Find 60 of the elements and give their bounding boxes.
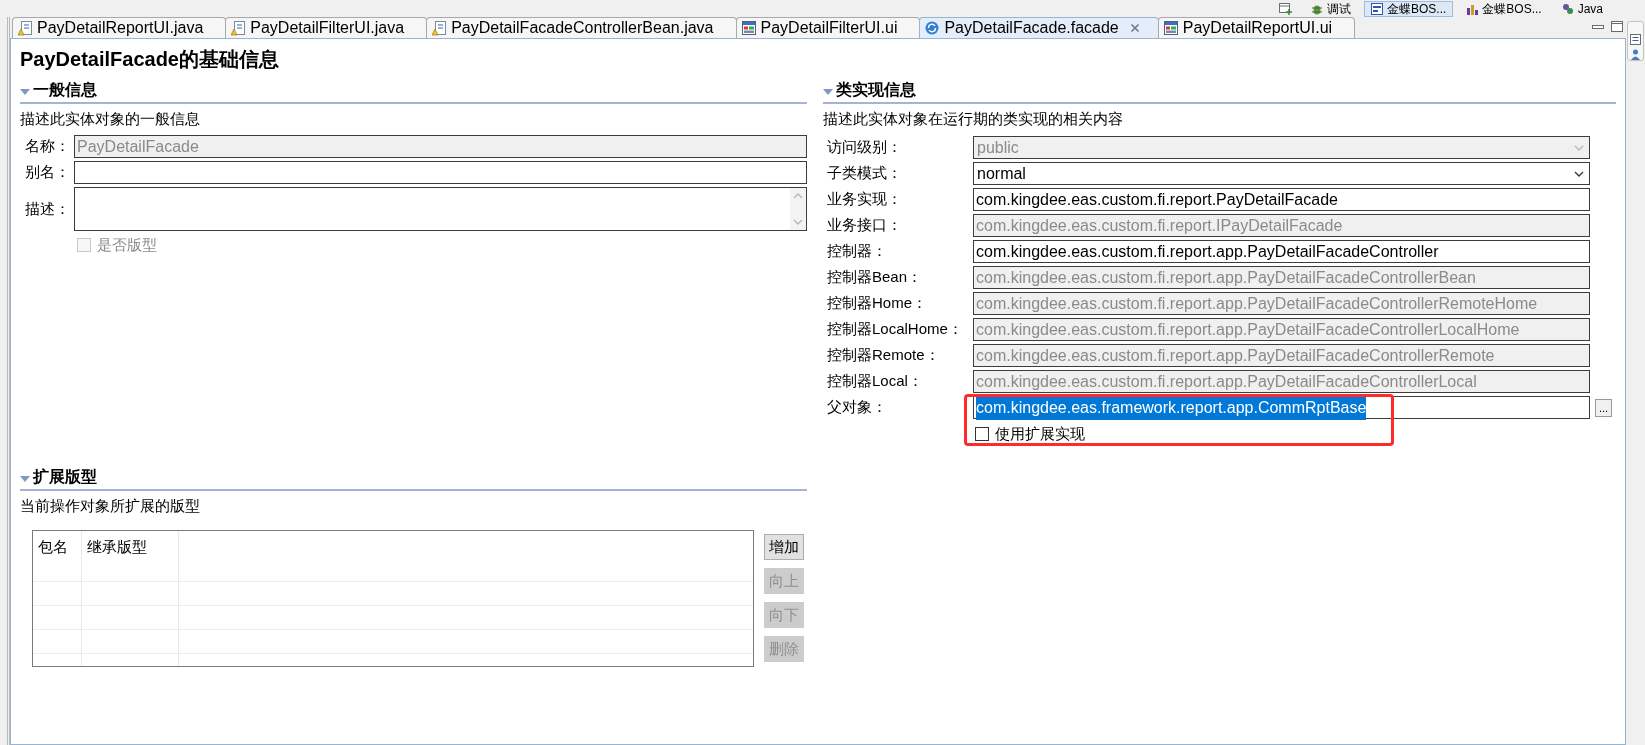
add-button[interactable]: 增加 [764, 534, 804, 560]
field-label: 描述： [25, 198, 70, 219]
section-description: 当前操作对象所扩展的版型 [20, 496, 200, 516]
column-header[interactable]: 继承版型 [87, 538, 147, 555]
editor-tab[interactable]: PayDetailFilterUI.java [225, 17, 428, 38]
field-label: 子类模式： [827, 163, 902, 184]
perspective-button[interactable]: 调试 [1303, 0, 1358, 17]
field-label: 别名： [25, 162, 70, 183]
field-label: 名称： [25, 136, 70, 157]
file-warning-icon [18, 20, 32, 36]
field-label: 控制器Remote： [827, 345, 940, 366]
field-label: 业务接口： [827, 215, 902, 236]
checkbox-label: 使用扩展实现 [995, 423, 1085, 444]
section-heading: 类实现信息 [836, 80, 916, 100]
window-icon [1370, 2, 1383, 15]
field-label: 控制器Local： [827, 371, 923, 392]
editor-tab[interactable]: PayDetailReportUI.java [12, 17, 227, 38]
expand-toggle-icon[interactable] [823, 86, 833, 97]
section-heading: 一般信息 [33, 80, 97, 100]
field-label: 业务实现： [827, 189, 902, 210]
field-label: 父对象： [827, 397, 887, 418]
editor-tab[interactable]: PayDetailFilterUI.ui [735, 17, 921, 38]
text-field[interactable] [74, 161, 807, 184]
section-heading: 扩展版型 [33, 467, 97, 487]
window-icon [741, 21, 756, 35]
section-description: 描述此实体对象在运行期的类实现的相关内容 [823, 109, 1123, 129]
field-label: 控制器Home： [827, 293, 927, 314]
expand-toggle-icon[interactable] [20, 473, 30, 484]
close-icon[interactable] [1129, 23, 1140, 33]
browse-button[interactable]: ... [1595, 398, 1612, 417]
file-warning-icon [231, 20, 246, 36]
expand-toggle-icon[interactable] [20, 86, 30, 97]
chart-icon [1466, 2, 1479, 15]
dropdown[interactable]: normal [973, 162, 1590, 185]
maximize-icon[interactable] [1611, 21, 1623, 32]
add-window-icon[interactable] [1278, 2, 1292, 15]
text-field[interactable]: com.kingdee.eas.framework.report.app.CommRptBase [973, 396, 1590, 419]
perspective-button[interactable]: 金蝶BOS... [1363, 0, 1454, 17]
perspective-button[interactable]: 金蝶BOS... [1459, 0, 1549, 17]
section-description: 描述此实体对象的一般信息 [20, 109, 200, 129]
editor-tab[interactable]: PayDetailFacade.facade [919, 17, 1159, 38]
editor-tab[interactable]: PayDetailFacadeControllerBean.java [426, 17, 737, 38]
field-label: 访问级别： [827, 137, 902, 158]
file-warning-icon [432, 20, 447, 36]
dots-icon [1561, 2, 1574, 15]
field-label: 控制器： [827, 241, 887, 262]
checkbox[interactable] [975, 427, 989, 441]
list-icon[interactable] [1630, 34, 1641, 45]
perspective-button[interactable]: Java [1554, 0, 1610, 17]
field-label: 控制器Bean： [827, 267, 923, 288]
field-label: 控制器LocalHome： [827, 319, 963, 340]
window-icon [1163, 21, 1178, 35]
checkbox-label: 是否版型 [97, 234, 157, 255]
column-header[interactable]: 包名 [38, 538, 68, 555]
text-field[interactable]: com.kingdee.eas.custom.fi.report.PayDetailFacade [973, 188, 1590, 211]
cycle-icon [925, 21, 940, 35]
person-icon[interactable] [1630, 49, 1641, 60]
editor-tab[interactable]: PayDetailReportUI.ui [1157, 17, 1356, 38]
text-field[interactable]: com.kingdee.eas.custom.fi.report.app.PayDetailFacadeController [973, 240, 1590, 263]
editor-title: PayDetailFacade的基础信息 [20, 47, 279, 71]
